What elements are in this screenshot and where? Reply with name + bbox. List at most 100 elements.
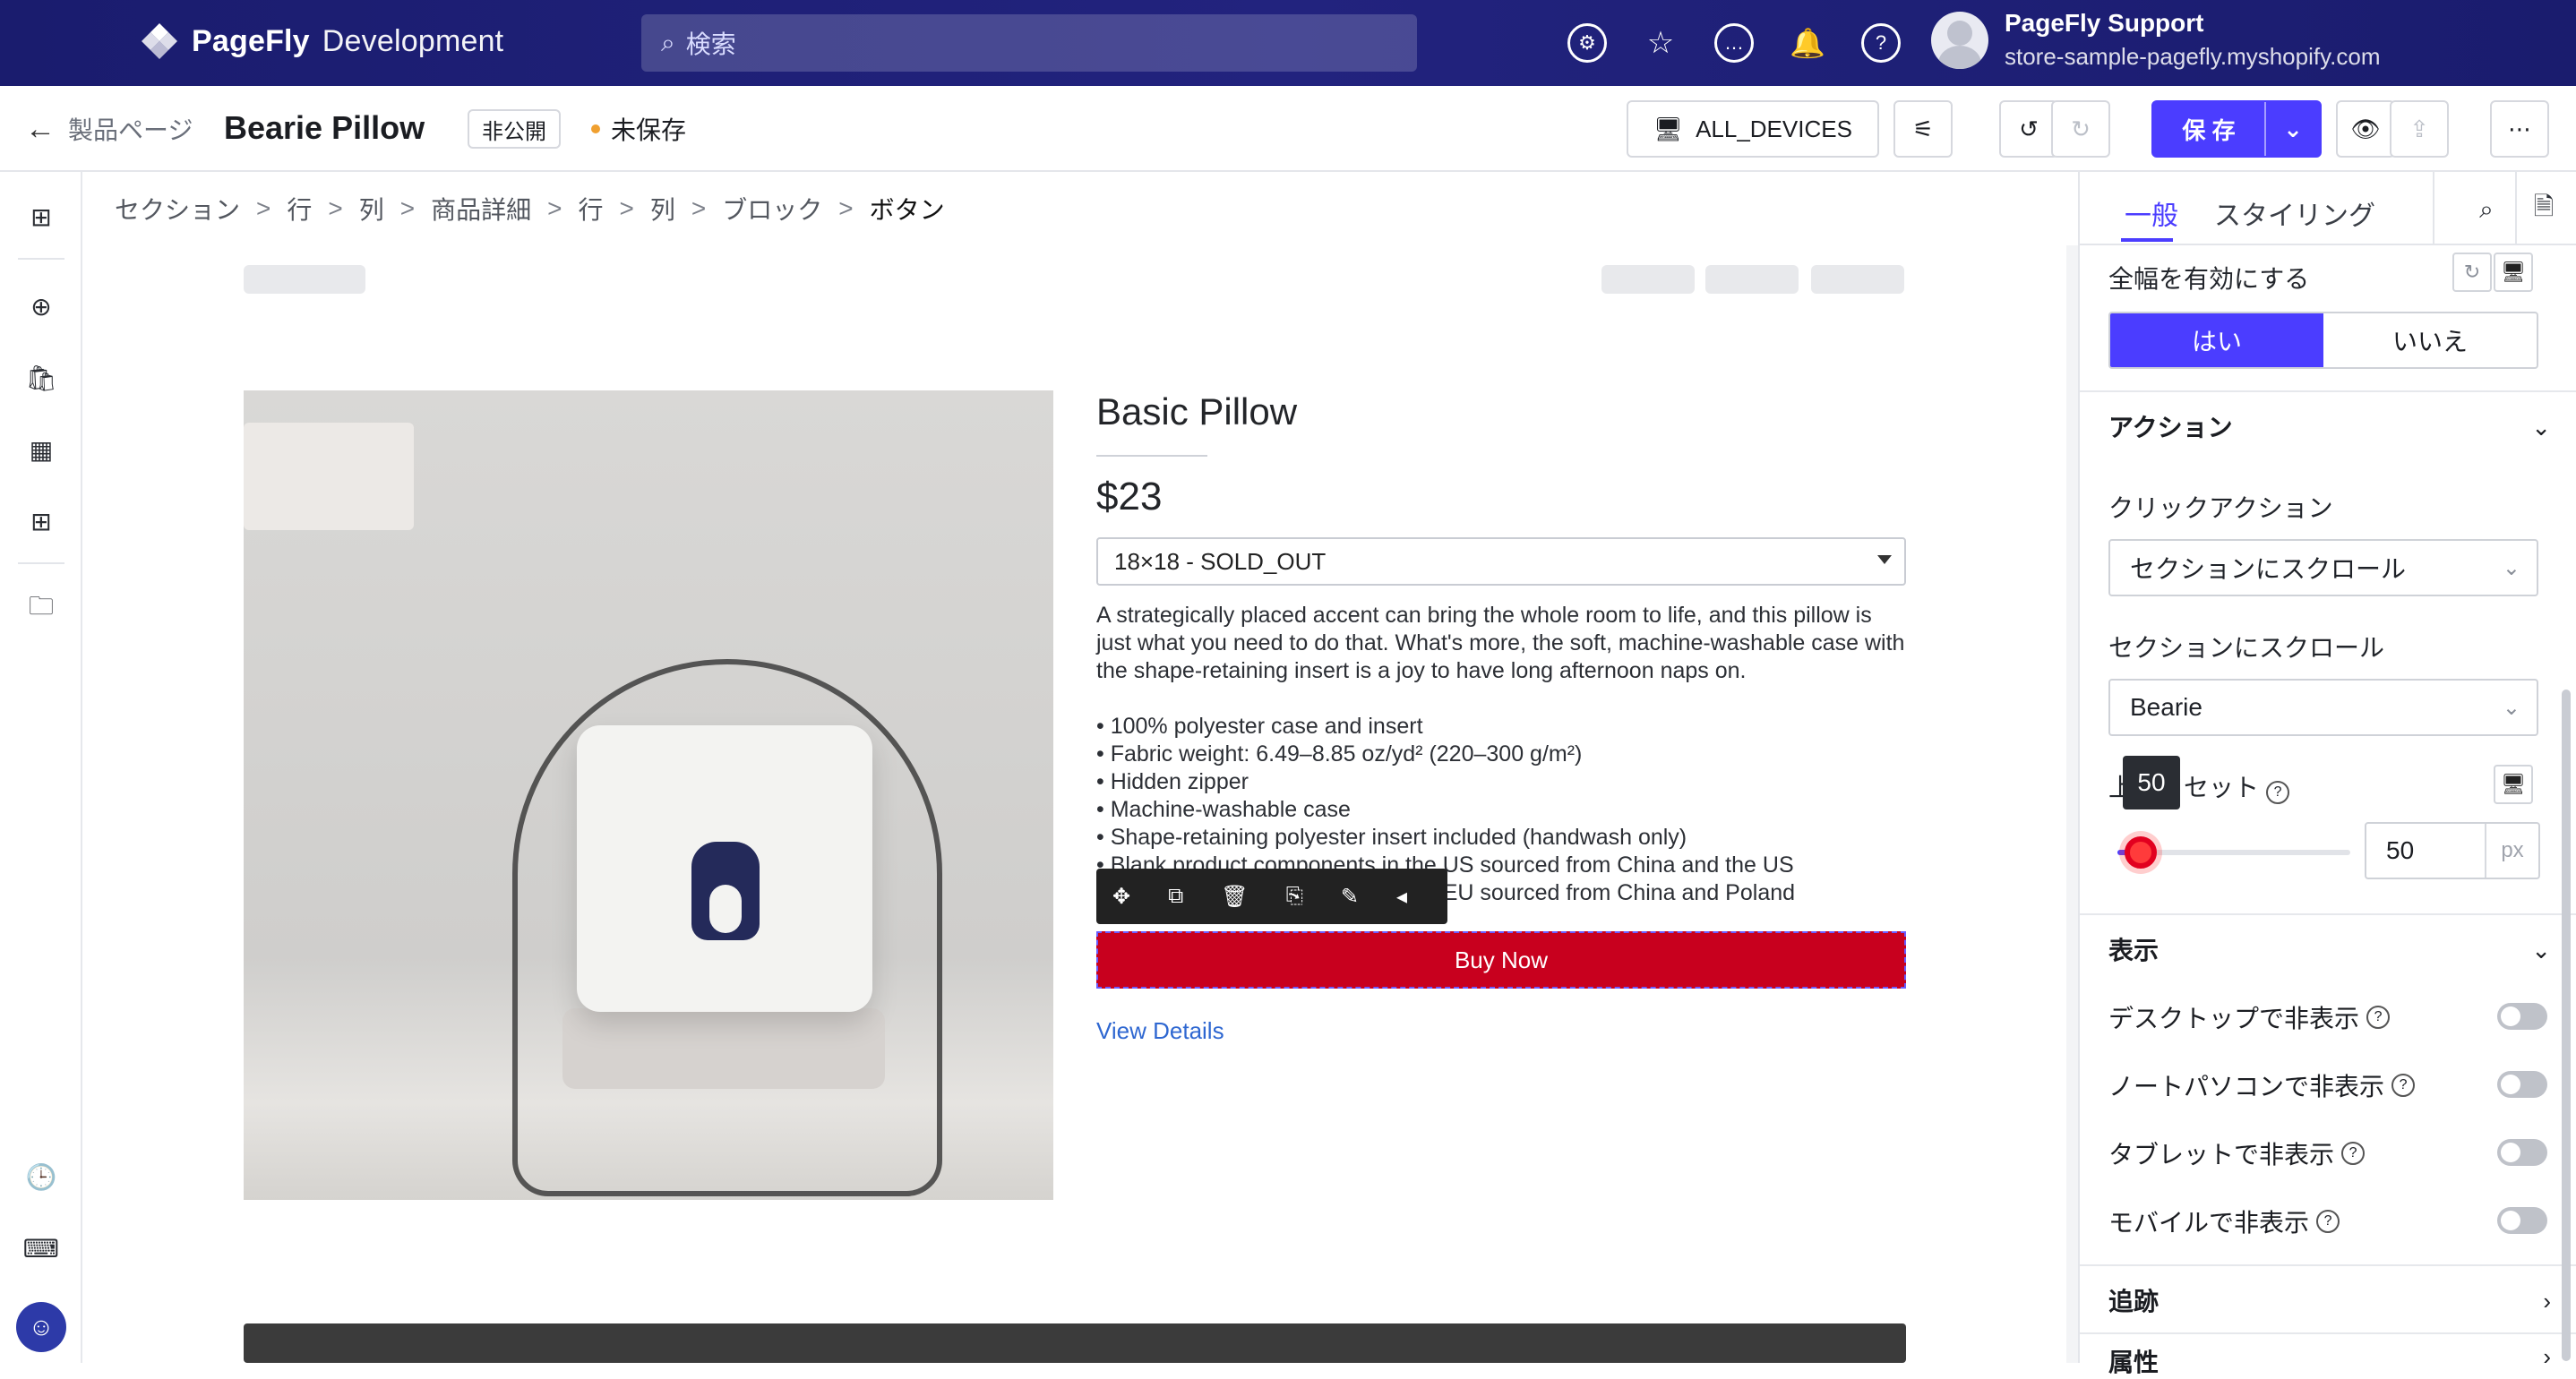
full-width-yes[interactable]: はい <box>2110 313 2323 367</box>
star-icon[interactable]: ☆ <box>1641 23 1680 63</box>
chevron-down-icon: ⌄ <box>2531 414 2551 441</box>
hide-desktop-row: デスクトップで非表示? <box>2108 998 2547 1037</box>
move-icon[interactable]: ✥ <box>1112 884 1130 910</box>
save-dropdown-chevron-icon[interactable]: ⌄ <box>2264 102 2320 156</box>
section-action-header[interactable]: アクション ⌄ <box>2080 390 2576 460</box>
hide-desktop-toggle[interactable] <box>2497 1003 2547 1030</box>
help-icon[interactable]: ? <box>2316 1210 2340 1233</box>
editor-canvas[interactable]: Basic Pillow $23 18×18 - SOLD_OUT A stra… <box>82 245 2078 1363</box>
user-menu[interactable]: PageFly Support store-sample-pagefly.mys… <box>1931 9 2381 71</box>
next-section-preview[interactable] <box>244 1323 1906 1363</box>
add-element-icon[interactable]: ⊕ <box>23 288 59 324</box>
tab-general[interactable]: 一般 <box>2125 193 2178 233</box>
breadcrumb-item[interactable]: ブロック <box>722 191 822 227</box>
product-image[interactable] <box>244 390 1053 1200</box>
chair-seat <box>562 1008 885 1089</box>
folder-icon[interactable]: 🗀 <box>23 591 59 627</box>
hide-laptop-row: ノートパソコンで非表示? <box>2108 1066 2547 1105</box>
view-details-link[interactable]: View Details <box>1096 1017 1224 1045</box>
chevron-down-icon: ⌄ <box>2531 937 2551 964</box>
rail-divider <box>18 258 64 260</box>
copy-icon[interactable]: ⎘ <box>1286 884 1303 909</box>
more-button[interactable]: ⋯ <box>2490 100 2549 158</box>
user-name: PageFly Support <box>2005 9 2204 37</box>
breadcrumb-separator-icon: > <box>547 194 562 222</box>
assistant-avatar[interactable]: ☺ <box>16 1302 66 1352</box>
publish-button[interactable]: ⇪ <box>2390 100 2449 158</box>
hide-laptop-toggle[interactable] <box>2497 1071 2547 1098</box>
desktop-icon[interactable]: 🖥 <box>2494 765 2533 804</box>
tab-divider <box>2515 172 2517 245</box>
tab-divider <box>2433 172 2434 245</box>
buy-now-button[interactable]: Buy Now <box>1096 931 1906 989</box>
redo-button[interactable]: ↻ <box>2051 100 2110 158</box>
breadcrumb-item[interactable]: 列 <box>359 191 384 227</box>
help-icon[interactable]: ? <box>2341 1142 2366 1165</box>
variant-value: 18×18 - SOLD_OUT <box>1114 547 1327 575</box>
offset-unit: px <box>2485 824 2538 878</box>
device-selector[interactable]: 🖥 ALL_DEVICES <box>1627 100 1879 158</box>
hide-mobile-toggle[interactable] <box>2497 1207 2547 1234</box>
collapse-left-icon[interactable]: ◂ <box>1396 884 1407 910</box>
hide-tablet-label: タブレットで非表示 <box>2108 1141 2335 1169</box>
tab-styling[interactable]: スタイリング <box>2214 193 2375 233</box>
offset-slider-handle[interactable] <box>2125 836 2157 869</box>
section-tracking-header[interactable]: 追跡 › <box>2080 1264 2576 1334</box>
hide-mobile-row: モバイルで非表示? <box>2108 1202 2547 1241</box>
more-icon: ⋯ <box>2508 115 2531 142</box>
variant-select[interactable]: 18×18 - SOLD_OUT <box>1096 537 1906 586</box>
breadcrumb-item[interactable]: セクション <box>115 191 240 227</box>
back-link[interactable]: ← 製品ページ <box>25 111 193 147</box>
style-brush-icon[interactable]: ✎ <box>1341 884 1359 910</box>
apps-icon[interactable]: ⊞ <box>23 503 59 539</box>
offset-input[interactable]: 50 px <box>2365 822 2540 879</box>
help-icon[interactable]: ? <box>2366 1006 2391 1029</box>
click-action-select[interactable]: セクションにスクロール ⌄ <box>2108 539 2538 596</box>
help-icon[interactable]: ? <box>2391 1074 2416 1097</box>
shopify-icon[interactable]: 🛍 <box>23 360 59 396</box>
help-icon[interactable]: ? <box>1861 23 1901 63</box>
chat-icon[interactable]: … <box>1714 23 1754 63</box>
terminal-icon[interactable]: ⌨ <box>23 1230 59 1266</box>
section-attributes-title: 属性 <box>2108 1349 2160 1376</box>
description-intro: A strategically placed accent can bring … <box>1096 603 1905 683</box>
save-button[interactable]: 保 存 ⌄ <box>2151 100 2322 158</box>
breadcrumb-item[interactable]: 行 <box>579 191 604 227</box>
breadcrumb-item[interactable]: 列 <box>650 191 675 227</box>
breadcrumb-item[interactable]: 行 <box>287 191 312 227</box>
grid-icon[interactable]: ▦ <box>23 432 59 467</box>
breadcrumb-separator-icon: > <box>691 194 707 222</box>
hide-tablet-toggle[interactable] <box>2497 1139 2547 1166</box>
store-domain: store-sample-pagefly.myshopify.com <box>2005 43 2381 70</box>
breadcrumb-item[interactable]: 商品詳細 <box>431 191 531 227</box>
delete-icon[interactable]: 🗑 <box>1221 884 1248 910</box>
duplicate-icon[interactable]: ⧉ <box>1168 884 1183 909</box>
caret-down-icon <box>1877 555 1892 564</box>
layout-settings-button[interactable]: ⚟ <box>1893 100 1953 158</box>
bell-icon[interactable]: 🔔 <box>1788 23 1827 63</box>
layers-icon[interactable]: ⊞ <box>23 199 59 235</box>
hide-laptop-label: ノートパソコンで非表示 <box>2108 1073 2385 1101</box>
search-icon[interactable]: ⌕ <box>2470 193 2503 226</box>
unsaved-label: 未保存 <box>611 116 687 144</box>
panel-scrollbar[interactable] <box>2562 690 2571 1361</box>
pagefly-logo[interactable]: PageFly Development <box>140 21 503 61</box>
settings-icon[interactable]: ⚙ <box>1567 23 1607 63</box>
reset-icon[interactable]: ↻ <box>2452 253 2492 292</box>
breadcrumb-separator-icon: > <box>256 194 271 222</box>
desktop-icon[interactable]: 🖥 <box>2494 253 2533 292</box>
document-icon[interactable]: 🗎 <box>2528 193 2560 226</box>
history-icon[interactable]: 🕒 <box>23 1159 59 1195</box>
search-placeholder: 検索 <box>685 30 736 58</box>
full-width-no[interactable]: いいえ <box>2323 313 2537 367</box>
section-attributes-header[interactable]: 属性 › <box>2080 1332 2576 1376</box>
section-display-header[interactable]: 表示 ⌄ <box>2080 913 2576 983</box>
preview-button[interactable]: 👁 <box>2336 100 2395 158</box>
description-bullet: • Hidden zipper <box>1096 769 1249 794</box>
breadcrumb-separator-icon: > <box>399 194 416 222</box>
undo-button[interactable]: ↺ <box>1999 100 2058 158</box>
scroll-section-select[interactable]: Bearie ⌄ <box>2108 679 2538 736</box>
section-action-title: アクション <box>2108 414 2233 441</box>
search-input[interactable]: ⌕ 検索 <box>641 14 1417 72</box>
help-icon[interactable]: ? <box>2266 781 2290 804</box>
